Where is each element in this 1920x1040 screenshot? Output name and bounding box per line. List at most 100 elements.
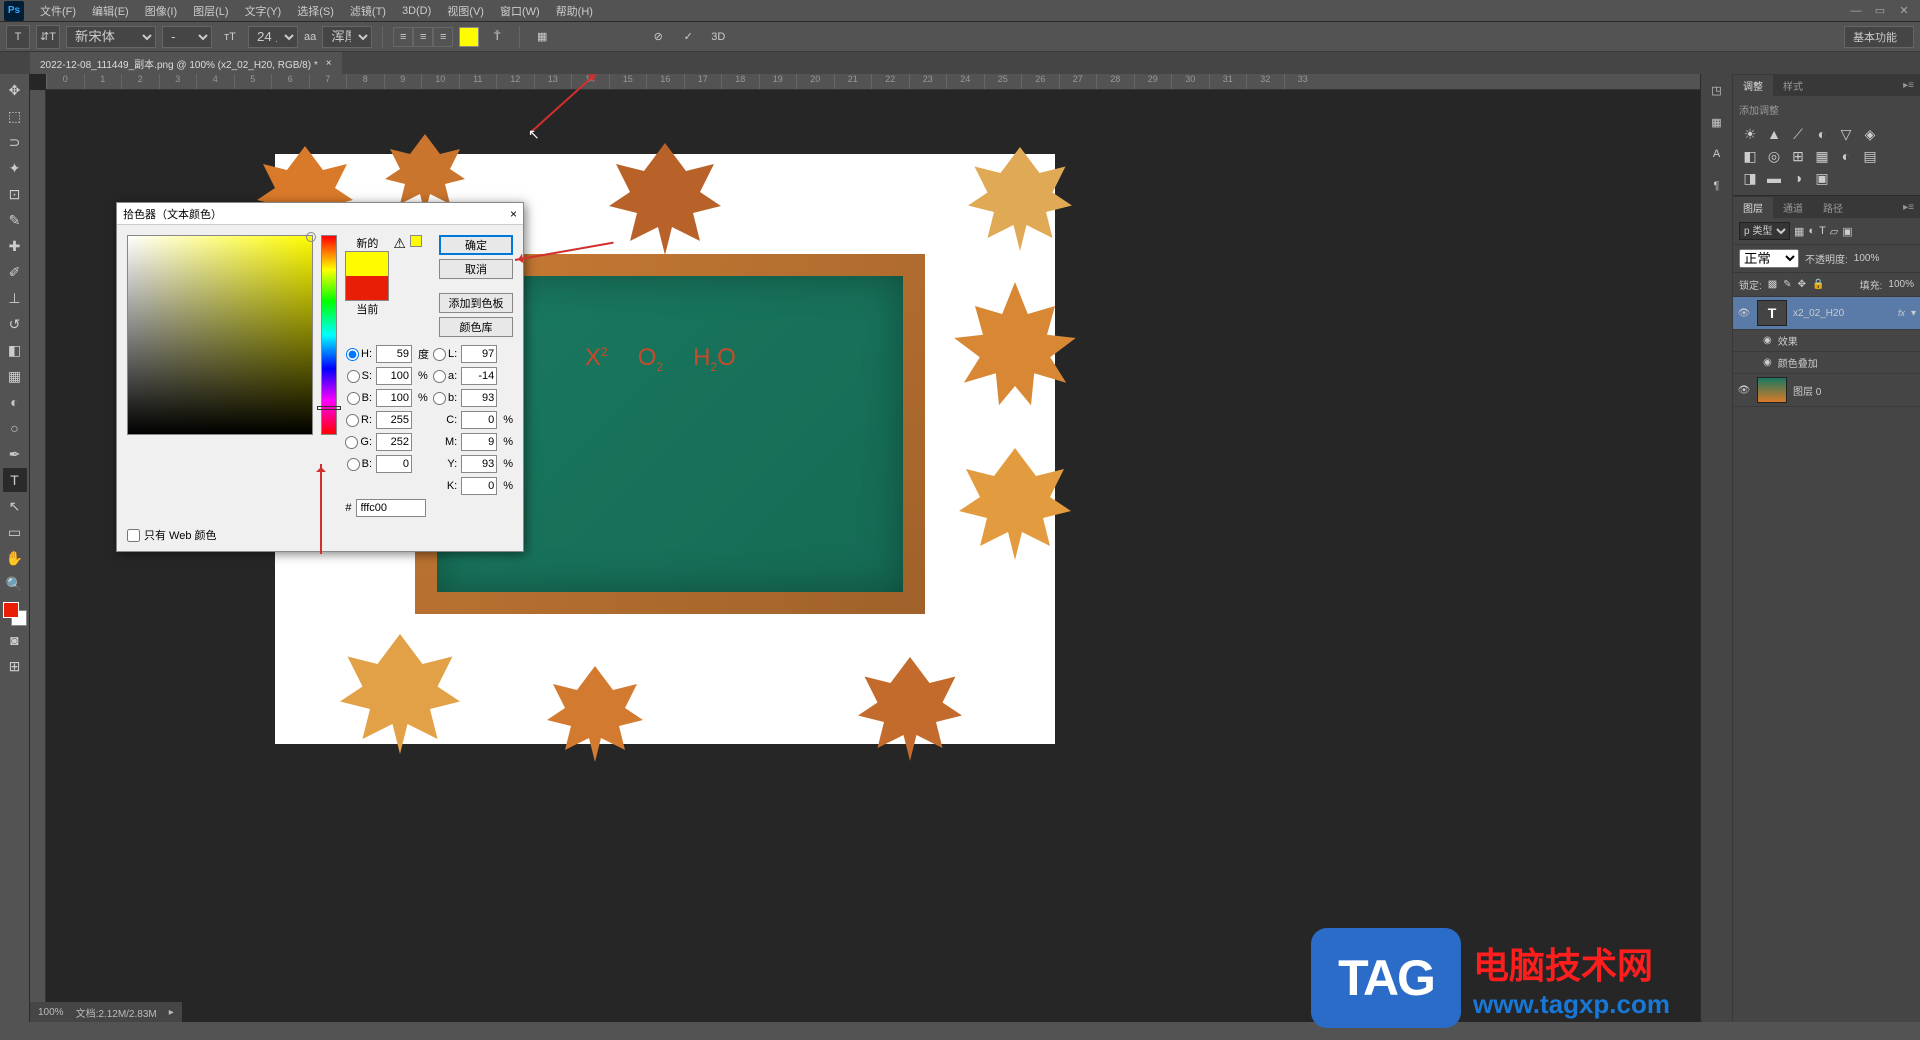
h-input[interactable] [376,345,412,363]
a-radio[interactable]: a: [433,370,457,383]
type-tool-icon[interactable]: T [3,468,27,492]
menu-type[interactable]: 文字(Y) [237,1,290,21]
brush-tool-icon[interactable]: ✐ [3,260,27,284]
lab-b-input[interactable] [461,389,497,407]
color-library-button[interactable]: 颜色库 [439,317,513,337]
tab-adjustments[interactable]: 调整 [1733,75,1773,96]
marquee-tool-icon[interactable]: ⬚ [3,104,27,128]
hue-slider[interactable] [321,235,338,435]
eyedropper-tool-icon[interactable]: ✎ [3,208,27,232]
hex-input[interactable] [356,499,426,517]
blue-input[interactable] [376,455,412,473]
pen-tool-icon[interactable]: ✒ [3,442,27,466]
color-panel-icon[interactable]: ▦ [1705,110,1729,134]
chevron-down-icon[interactable]: ▾ [1911,308,1916,319]
dialog-titlebar[interactable]: 拾色器（文本颜色） × [117,203,523,225]
r-radio[interactable]: R: [345,414,372,427]
blur-tool-icon[interactable]: ◐ [3,390,27,414]
photo-filter-icon[interactable]: ◎ [1765,147,1783,165]
color-swatches[interactable] [3,602,27,626]
zoom-level[interactable]: 100% [38,1007,64,1018]
history-panel-icon[interactable]: ◳ [1705,78,1729,102]
threshold-icon[interactable]: ◨ [1741,169,1759,187]
align-left-icon[interactable]: ≡ [393,27,413,47]
character-panel-icon[interactable]: ▦ [530,25,554,49]
menu-window[interactable]: 窗口(W) [492,1,548,21]
align-center-icon[interactable]: ≡ [413,27,433,47]
visibility-icon[interactable]: 👁 [1737,308,1751,319]
layer-fx-badge[interactable]: fx [1898,308,1905,318]
current-color-preview[interactable] [346,276,388,300]
blend-mode-select[interactable]: 正常 [1739,249,1799,268]
menu-3d[interactable]: 3D(D) [394,3,439,19]
levels-icon[interactable]: ▲ [1765,125,1783,143]
layer-name[interactable]: 图层 0 [1793,383,1821,398]
lock-pixels-icon[interactable]: ✎ [1783,279,1791,290]
r-input[interactable] [376,411,412,429]
lock-all-icon[interactable]: 🔒 [1812,279,1824,290]
layer-filter-select[interactable]: р 类型 [1739,222,1790,240]
cancel-icon[interactable]: ⊘ [646,25,670,49]
font-size-select[interactable]: 24 点 [248,26,298,48]
layer-effect-item[interactable]: ◉颜色叠加 [1733,352,1920,374]
lab-b-radio[interactable]: b: [433,392,457,405]
s-input[interactable] [376,367,412,385]
opacity-value[interactable]: 100% [1854,253,1880,264]
minimize-button[interactable]: — [1844,1,1868,21]
menu-edit[interactable]: 编辑(E) [84,1,137,21]
bw-icon[interactable]: ◧ [1741,147,1759,165]
blue-radio[interactable]: B: [345,458,372,471]
gradient-map-icon[interactable]: ▬ [1765,169,1783,187]
document-info[interactable]: 文档:2.12M/2.83M [76,1005,157,1020]
character-mini-icon[interactable]: A [1705,142,1729,166]
menu-view[interactable]: 视图(V) [439,1,492,21]
visibility-icon[interactable]: 👁 [1737,385,1751,396]
bv-input[interactable] [376,389,412,407]
move-tool-icon[interactable]: ✥ [3,78,27,102]
tab-channels[interactable]: 通道 [1773,197,1813,218]
l-radio[interactable]: L: [433,348,457,361]
m-input[interactable] [461,433,497,451]
layer-name[interactable]: x2_02_H20 [1793,308,1844,319]
panel-menu-icon[interactable]: ▸≡ [1897,202,1920,213]
lock-position-icon[interactable]: ✥ [1798,279,1806,290]
cancel-button[interactable]: 取消 [439,259,513,279]
warp-text-icon[interactable]: Ť [485,25,509,49]
c-input[interactable] [461,411,497,429]
filter-pixel-icon[interactable]: ▦ [1794,225,1804,238]
channel-mixer-icon[interactable]: ⊞ [1789,147,1807,165]
close-icon[interactable]: × [510,207,517,221]
g-radio[interactable]: G: [345,436,372,449]
l-input[interactable] [461,345,497,363]
history-brush-tool-icon[interactable]: ↺ [3,312,27,336]
a-input[interactable] [461,367,497,385]
tab-styles[interactable]: 样式 [1773,75,1813,96]
quickmask-icon[interactable]: ◙ [3,628,27,652]
antialias-select[interactable]: 浑厚 [322,26,372,48]
selective-color-icon[interactable]: ◑ [1789,169,1807,187]
tab-paths[interactable]: 路径 [1813,197,1853,218]
tool-preset-icon[interactable]: T [6,25,30,49]
g-input[interactable] [376,433,412,451]
shape-tool-icon[interactable]: ▭ [3,520,27,544]
layer-effect-item[interactable]: ◉效果 [1733,330,1920,352]
menu-select[interactable]: 选择(S) [289,1,342,21]
text-color-swatch[interactable] [459,27,479,47]
hand-tool-icon[interactable]: ✋ [3,546,27,570]
crop-tool-icon[interactable]: ⊡ [3,182,27,206]
layer-thumbnail[interactable] [1757,377,1787,403]
path-tool-icon[interactable]: ↖ [3,494,27,518]
layer-item[interactable]: 👁 图层 0 [1733,374,1920,407]
h-radio[interactable]: H: [345,348,372,361]
close-window-button[interactable]: ✕ [1892,1,1916,21]
dodge-tool-icon[interactable]: ○ [3,416,27,440]
filter-smart-icon[interactable]: ▣ [1842,225,1852,238]
tab-layers[interactable]: 图层 [1733,197,1773,218]
font-style-select[interactable]: - [162,26,212,48]
brightness-icon[interactable]: ☀ [1741,125,1759,143]
vibrance-icon[interactable]: ▽ [1837,125,1855,143]
workspace-dropdown[interactable]: 基本功能 [1844,26,1914,48]
maximize-button[interactable]: ▭ [1868,1,1892,21]
filter-adjust-icon[interactable]: ◐ [1808,225,1815,237]
panel-menu-icon[interactable]: ▸≡ [1897,80,1920,91]
